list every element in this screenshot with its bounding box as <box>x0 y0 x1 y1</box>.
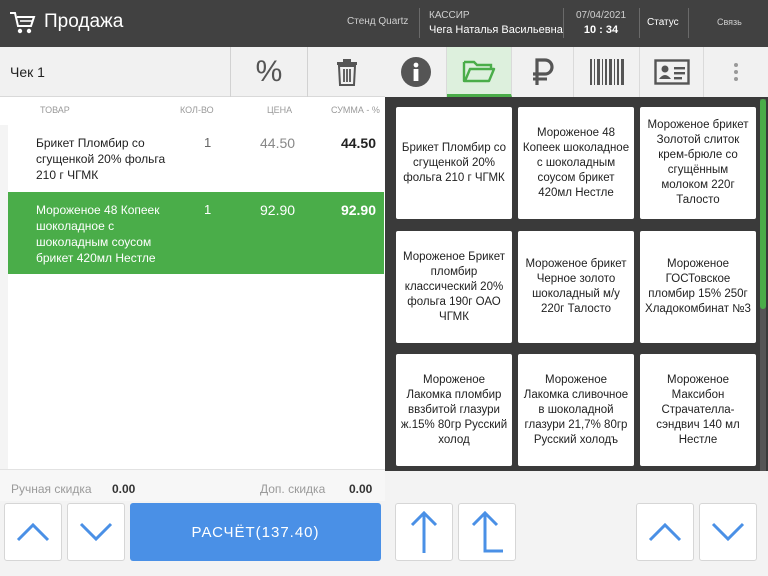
pos-app: Продажа Стенд Quartz КАССИР Чега Наталья… <box>0 0 768 576</box>
product-tile[interactable]: Мороженое Лакомка сливочное в шоколадной… <box>518 354 634 466</box>
id-card-icon <box>653 59 690 85</box>
divider <box>419 8 420 38</box>
delete-button[interactable] <box>307 47 385 97</box>
column-header-item: ТОВАР <box>40 105 70 115</box>
product-tile[interactable]: Мороженое 48 Копеек шоколадное с шоколад… <box>518 107 634 219</box>
date-display: 07/04/2021 <box>575 10 627 21</box>
divider <box>563 8 564 38</box>
info-icon <box>400 57 431 87</box>
item-price: 92.90 <box>260 202 296 218</box>
pay-button[interactable]: РАСЧЁТ(137.40) <box>130 503 381 561</box>
go-parent-folder-button[interactable] <box>458 503 516 561</box>
percent-icon: % <box>255 55 283 88</box>
product-tile[interactable]: Мороженое Брикет пломбир классический 20… <box>396 231 512 343</box>
check-toolbar: Чек 1 % <box>0 47 385 97</box>
product-tile[interactable]: Мороженое ГОСТовское пломбир 15% 250г Хл… <box>640 231 756 343</box>
product-tile[interactable]: Брикет Пломбир со сгущенкой 20% фольга 2… <box>396 107 512 219</box>
extra-discount-value: 0.00 <box>349 482 373 496</box>
item-sum: 44.50 <box>340 135 376 151</box>
scroll-down-button[interactable] <box>67 503 125 561</box>
item-name: Брикет Пломбир со сгущенкой 20% фольга 2… <box>36 136 166 182</box>
cashier-label: КАССИР <box>429 10 470 21</box>
catalog-scroll-down-button[interactable] <box>699 503 757 561</box>
catalog-panel: Брикет Пломбир со сгущенкой 20% фольга 2… <box>385 47 768 576</box>
table-row[interactable]: Брикет Пломбир со сгущенкой 20% фольга 2… <box>8 125 384 191</box>
arrow-up-icon <box>410 510 438 553</box>
product-tile[interactable]: Мороженое брикет Золотой слиток крем-брю… <box>640 107 756 219</box>
item-qty: 1 <box>204 135 212 150</box>
item-qty: 1 <box>204 202 212 217</box>
time-display: 10 : 34 <box>583 24 619 36</box>
chevron-up-icon <box>16 522 50 542</box>
go-top-button[interactable] <box>395 503 453 561</box>
tab-prices[interactable] <box>512 47 574 97</box>
check-title: Чек 1 <box>10 64 45 80</box>
item-name: Мороженое 48 Копеек шоколадное с шоколад… <box>36 203 160 265</box>
folder-open-icon <box>462 60 496 82</box>
stand-name: Стенд Quartz <box>347 16 409 27</box>
page-title: Продажа <box>44 11 124 32</box>
arrow-up-level-icon <box>471 510 503 553</box>
connection-button[interactable]: Связь <box>717 17 742 27</box>
cart-icon <box>10 12 36 34</box>
list-scroll-edge <box>0 125 8 515</box>
tab-more[interactable] <box>704 47 768 97</box>
chevron-down-icon <box>79 522 113 542</box>
divider <box>639 8 640 38</box>
cashier-name: Чега Наталья Васильевна <box>429 24 563 36</box>
column-header-sum: СУММА - % <box>331 105 380 115</box>
scrollbar-thumb[interactable] <box>760 99 766 309</box>
tab-info[interactable] <box>385 47 447 97</box>
manual-discount-label: Ручная скидка <box>11 482 92 496</box>
tab-client[interactable] <box>640 47 704 97</box>
divider <box>688 8 689 38</box>
check-panel: Чек 1 % ТОВАР КОЛ-ВО ЦЕНА СУММА - % Брик… <box>0 47 385 576</box>
trash-icon <box>336 59 357 86</box>
tab-barcode[interactable] <box>574 47 640 97</box>
table-row-selected[interactable]: Мороженое 48 Копеек шоколадное с шоколад… <box>8 192 384 274</box>
chevron-up-icon <box>648 522 682 542</box>
manual-discount-value: 0.00 <box>112 482 136 496</box>
discount-button[interactable]: % <box>230 47 307 97</box>
product-tile[interactable]: Мороженое брикет Черное золото шоколадны… <box>518 231 634 343</box>
discount-bar: Ручная скидка 0.00 Доп. скидка 0.00 <box>0 469 385 501</box>
item-price: 44.50 <box>260 135 296 151</box>
catalog-scrollbar[interactable] <box>760 99 766 471</box>
column-header-qty: КОЛ-ВО <box>180 105 214 115</box>
column-header-price: ЦЕНА <box>267 105 293 115</box>
product-tile[interactable]: Мороженое Лакомка пломбир ввзбитой глазу… <box>396 354 512 466</box>
product-grid: Брикет Пломбир со сгущенкой 20% фольга 2… <box>393 107 759 469</box>
barcode-icon <box>589 59 624 85</box>
more-vert-icon <box>734 63 738 81</box>
scroll-up-button[interactable] <box>4 503 62 561</box>
check-actions: РАСЧЁТ(137.40) <box>0 501 385 576</box>
catalog-actions <box>385 471 768 576</box>
status-button[interactable]: Статус <box>647 17 679 28</box>
chevron-down-icon <box>711 522 745 542</box>
catalog-scroll-up-button[interactable] <box>636 503 694 561</box>
catalog-tabs <box>385 47 768 97</box>
product-tile[interactable]: Мороженое Максибон Страчателла-сэндвич 1… <box>640 354 756 466</box>
header-bar: Продажа Стенд Quartz КАССИР Чега Наталья… <box>0 0 768 47</box>
extra-discount-label: Доп. скидка <box>260 482 326 496</box>
tab-catalog[interactable] <box>447 47 512 97</box>
item-sum: 92.90 <box>340 202 376 218</box>
ruble-icon <box>532 58 554 85</box>
catalog-nav <box>385 501 768 576</box>
